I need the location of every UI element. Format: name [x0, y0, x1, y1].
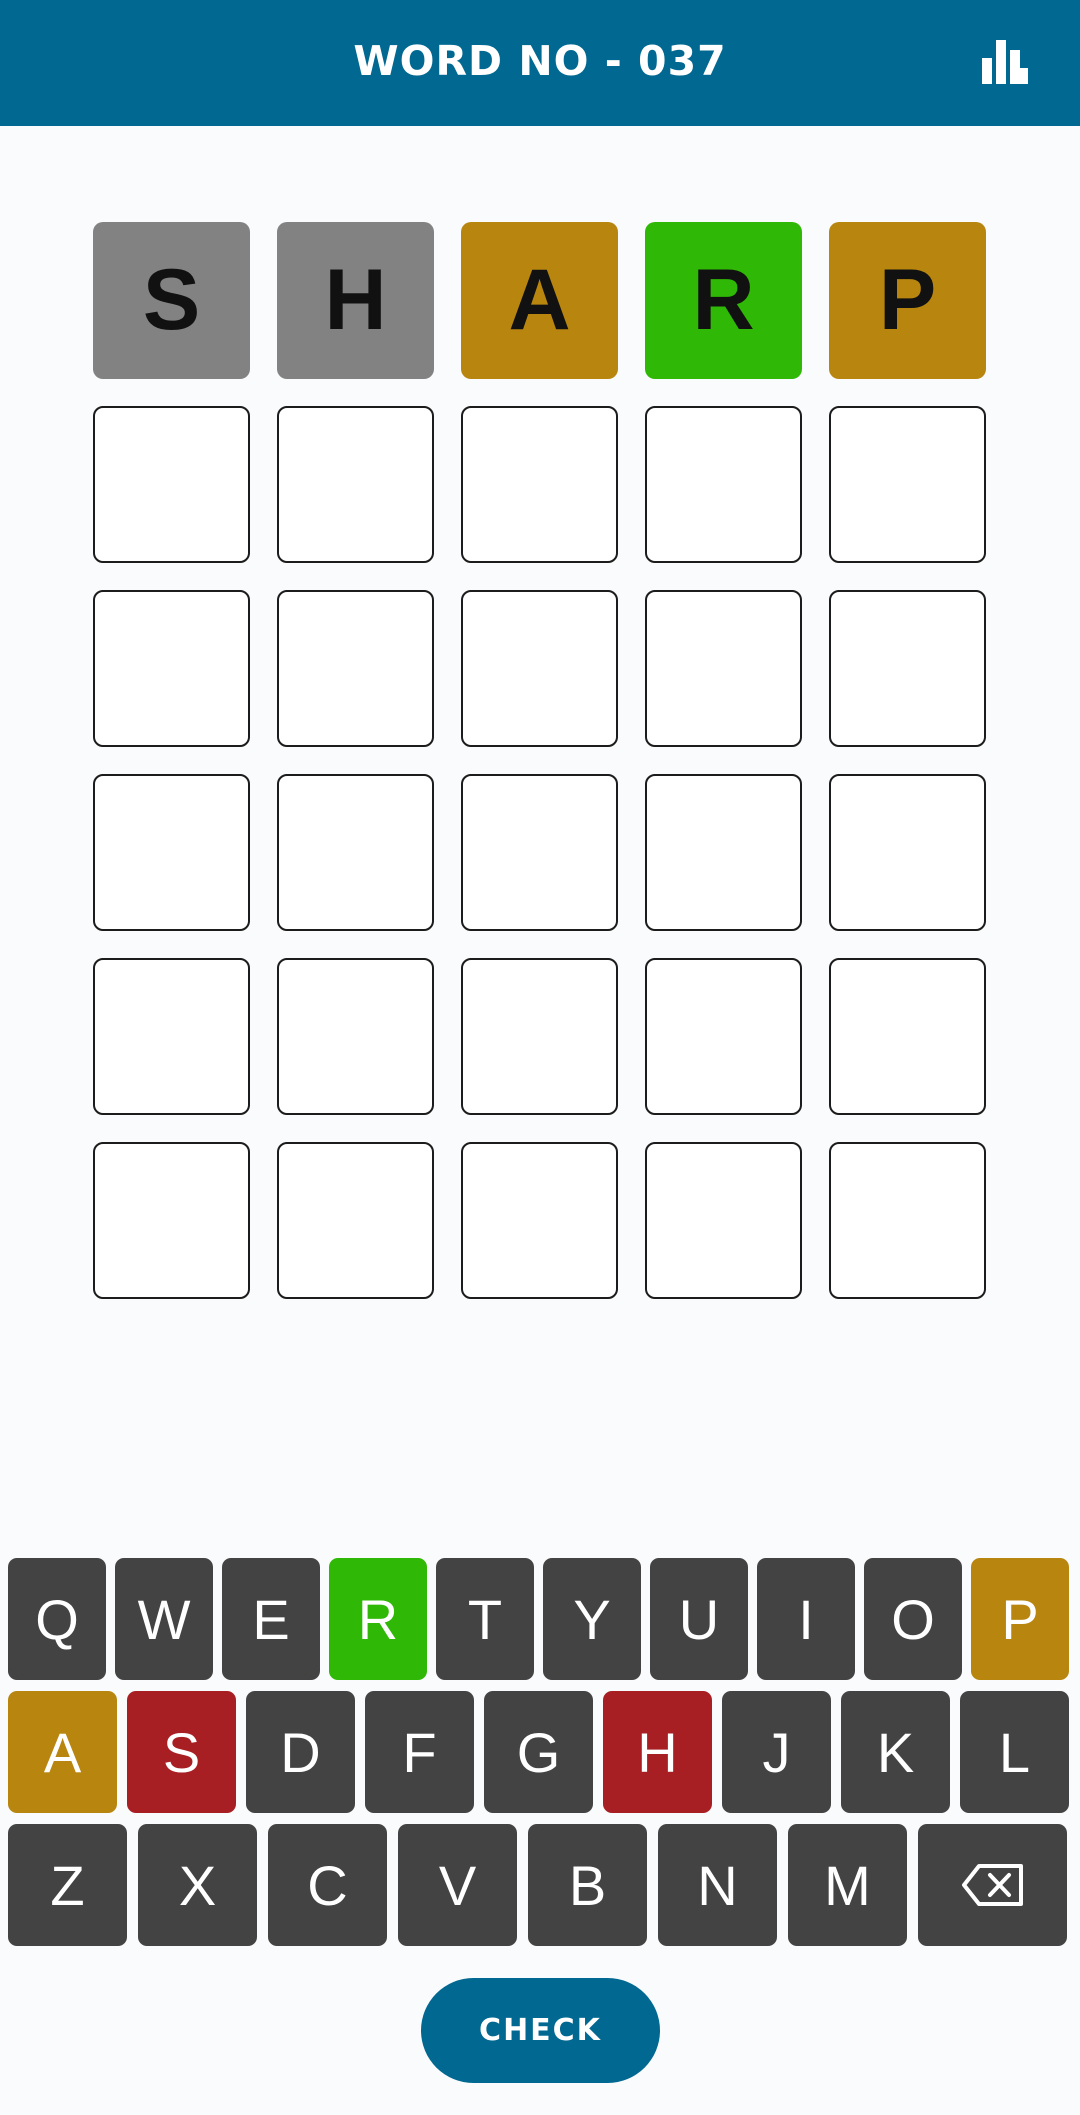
- letter-tile: [829, 406, 986, 563]
- key-z[interactable]: Z: [8, 1824, 127, 1946]
- on-screen-keyboard: QWERTYUIOP ASDFGHJKL ZXCVBNM: [8, 1558, 1072, 1957]
- backspace-key[interactable]: [918, 1824, 1067, 1946]
- letter-tile: [829, 774, 986, 931]
- key-c[interactable]: C: [268, 1824, 387, 1946]
- key-w[interactable]: W: [115, 1558, 213, 1680]
- letter-tile: A: [461, 222, 618, 379]
- guess-board: SHARP: [93, 222, 988, 1326]
- key-r[interactable]: R: [329, 1558, 427, 1680]
- page-title: WORD NO - 037: [353, 37, 727, 85]
- keyboard-row-2: ASDFGHJKL: [8, 1691, 1072, 1813]
- letter-tile: [461, 1142, 618, 1299]
- stats-button[interactable]: [982, 40, 1028, 84]
- key-g[interactable]: G: [484, 1691, 593, 1813]
- key-a[interactable]: A: [8, 1691, 117, 1813]
- letter-tile: [461, 590, 618, 747]
- key-e[interactable]: E: [222, 1558, 320, 1680]
- letter-tile: [93, 406, 250, 563]
- top-app-bar: WORD NO - 037: [0, 0, 1080, 126]
- keyboard-row-1: QWERTYUIOP: [8, 1558, 1072, 1680]
- key-b[interactable]: B: [528, 1824, 647, 1946]
- key-p[interactable]: P: [971, 1558, 1069, 1680]
- key-t[interactable]: T: [436, 1558, 534, 1680]
- key-q[interactable]: Q: [8, 1558, 106, 1680]
- board-row: [93, 406, 988, 563]
- letter-tile: [829, 958, 986, 1115]
- key-s[interactable]: S: [127, 1691, 236, 1813]
- letter-tile: [645, 1142, 802, 1299]
- letter-tile: [645, 958, 802, 1115]
- letter-tile: R: [645, 222, 802, 379]
- key-d[interactable]: D: [246, 1691, 355, 1813]
- backspace-icon: [961, 1864, 1023, 1906]
- board-row: SHARP: [93, 222, 988, 379]
- bar-chart-icon: [982, 40, 1028, 84]
- letter-tile: [277, 590, 434, 747]
- check-button[interactable]: CHECK: [421, 1978, 660, 2083]
- key-i[interactable]: I: [757, 1558, 855, 1680]
- key-m[interactable]: M: [788, 1824, 907, 1946]
- board-row: [93, 774, 988, 931]
- letter-tile: [93, 1142, 250, 1299]
- letter-tile: [277, 958, 434, 1115]
- letter-tile: [277, 1142, 434, 1299]
- letter-tile: [461, 406, 618, 563]
- letter-tile: [461, 958, 618, 1115]
- key-h[interactable]: H: [603, 1691, 712, 1813]
- letter-tile: [277, 406, 434, 563]
- key-v[interactable]: V: [398, 1824, 517, 1946]
- key-n[interactable]: N: [658, 1824, 777, 1946]
- key-o[interactable]: O: [864, 1558, 962, 1680]
- letter-tile: [93, 774, 250, 931]
- key-l[interactable]: L: [960, 1691, 1069, 1813]
- letter-tile: [93, 590, 250, 747]
- letter-tile: [829, 1142, 986, 1299]
- letter-tile: [829, 590, 986, 747]
- key-y[interactable]: Y: [543, 1558, 641, 1680]
- board-row: [93, 1142, 988, 1299]
- letter-tile: [93, 958, 250, 1115]
- letter-tile: [645, 406, 802, 563]
- board-row: [93, 958, 988, 1115]
- letter-tile: P: [829, 222, 986, 379]
- keyboard-row-3: ZXCVBNM: [8, 1824, 1072, 1946]
- letter-tile: H: [277, 222, 434, 379]
- board-row: [93, 590, 988, 747]
- letter-tile: [645, 774, 802, 931]
- key-f[interactable]: F: [365, 1691, 474, 1813]
- key-u[interactable]: U: [650, 1558, 748, 1680]
- key-k[interactable]: K: [841, 1691, 950, 1813]
- letter-tile: [277, 774, 434, 931]
- key-x[interactable]: X: [138, 1824, 257, 1946]
- key-j[interactable]: J: [722, 1691, 831, 1813]
- letter-tile: S: [93, 222, 250, 379]
- letter-tile: [461, 774, 618, 931]
- letter-tile: [645, 590, 802, 747]
- game-screen: WORD NO - 037 SHARP QWERTYUIOP ASDFGHJKL…: [0, 0, 1080, 2115]
